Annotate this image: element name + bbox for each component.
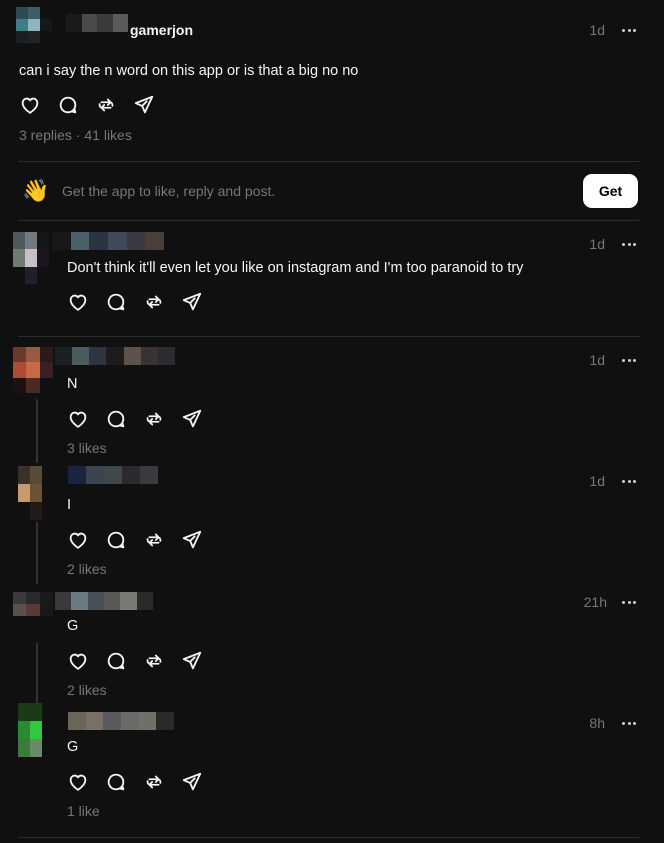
post-time: 1d xyxy=(589,22,605,38)
reply-actions xyxy=(67,650,203,672)
more-icon[interactable] xyxy=(619,237,639,251)
blurred-name xyxy=(68,712,175,730)
avatar[interactable] xyxy=(16,7,52,43)
more-icon[interactable] xyxy=(619,595,639,609)
reply-text: I xyxy=(67,497,72,513)
heart-icon[interactable] xyxy=(67,291,89,313)
heart-icon[interactable] xyxy=(67,650,89,672)
reply-text: N xyxy=(67,376,78,392)
comment-icon[interactable] xyxy=(105,408,127,430)
reply-text: Don't think it'll even let you like on i… xyxy=(67,260,524,276)
divider xyxy=(18,220,639,221)
share-icon[interactable] xyxy=(133,94,155,116)
divider xyxy=(18,336,639,337)
avatar[interactable] xyxy=(13,347,53,393)
likes-count[interactable]: 41 likes xyxy=(84,127,131,143)
thread-line xyxy=(36,522,38,584)
heart-icon[interactable] xyxy=(19,94,41,116)
blurred-name xyxy=(55,347,175,365)
comment-icon[interactable] xyxy=(105,529,127,551)
share-icon[interactable] xyxy=(181,529,203,551)
avatar[interactable] xyxy=(13,232,49,284)
avatar[interactable] xyxy=(18,466,54,520)
wave-emoji: 👋 xyxy=(22,178,50,203)
repost-icon[interactable] xyxy=(143,529,165,551)
divider xyxy=(18,837,639,838)
reply-time: 1d xyxy=(589,236,605,252)
blurred-name xyxy=(52,232,165,250)
share-icon[interactable] xyxy=(181,291,203,313)
reply-actions xyxy=(67,771,203,793)
repost-icon[interactable] xyxy=(143,771,165,793)
replies-count[interactable]: 3 replies xyxy=(19,127,72,143)
heart-icon[interactable] xyxy=(67,771,89,793)
post-text: can i say the n word on this app or is t… xyxy=(19,63,359,79)
reply-time: 1d xyxy=(589,473,605,489)
blurred-name xyxy=(68,466,158,484)
reply-actions xyxy=(67,408,203,430)
more-icon[interactable] xyxy=(619,353,639,367)
reply-time: 21h xyxy=(583,594,607,610)
comment-icon[interactable] xyxy=(105,291,127,313)
more-icon[interactable] xyxy=(619,716,639,730)
repost-icon[interactable] xyxy=(95,94,117,116)
reply-time: 8h xyxy=(589,715,605,731)
cta-text: Get the app to like, reply and post. xyxy=(62,183,276,199)
repost-icon[interactable] xyxy=(143,408,165,430)
avatar[interactable] xyxy=(18,703,54,757)
more-icon[interactable] xyxy=(619,474,639,488)
comment-icon[interactable] xyxy=(105,650,127,672)
share-icon[interactable] xyxy=(181,771,203,793)
reply-text: G xyxy=(67,739,79,755)
more-icon[interactable] xyxy=(619,23,639,37)
avatar[interactable] xyxy=(13,592,53,628)
reply-actions xyxy=(67,529,203,551)
reply-text: G xyxy=(67,618,79,634)
likes-count[interactable]: 1 like xyxy=(67,803,100,819)
share-icon[interactable] xyxy=(181,408,203,430)
post-username[interactable]: gamerjon xyxy=(130,22,193,38)
post-stats: 3 replies · 41 likes xyxy=(19,127,132,143)
reply-actions xyxy=(67,291,203,313)
comment-icon[interactable] xyxy=(57,94,79,116)
thread-line xyxy=(36,643,38,705)
likes-count[interactable]: 2 likes xyxy=(67,682,107,698)
blurred-name xyxy=(66,14,128,32)
comment-icon[interactable] xyxy=(105,771,127,793)
blurred-name xyxy=(55,592,153,610)
heart-icon[interactable] xyxy=(67,408,89,430)
heart-icon[interactable] xyxy=(67,529,89,551)
divider xyxy=(18,161,639,162)
likes-count[interactable]: 2 likes xyxy=(67,561,107,577)
separator-dot: · xyxy=(75,127,81,143)
repost-icon[interactable] xyxy=(143,650,165,672)
likes-count[interactable]: 3 likes xyxy=(67,440,107,456)
reply-time: 1d xyxy=(589,352,605,368)
share-icon[interactable] xyxy=(181,650,203,672)
post-actions xyxy=(19,94,155,116)
get-app-button[interactable]: Get xyxy=(583,174,638,208)
thread-line xyxy=(36,399,38,463)
repost-icon[interactable] xyxy=(143,291,165,313)
